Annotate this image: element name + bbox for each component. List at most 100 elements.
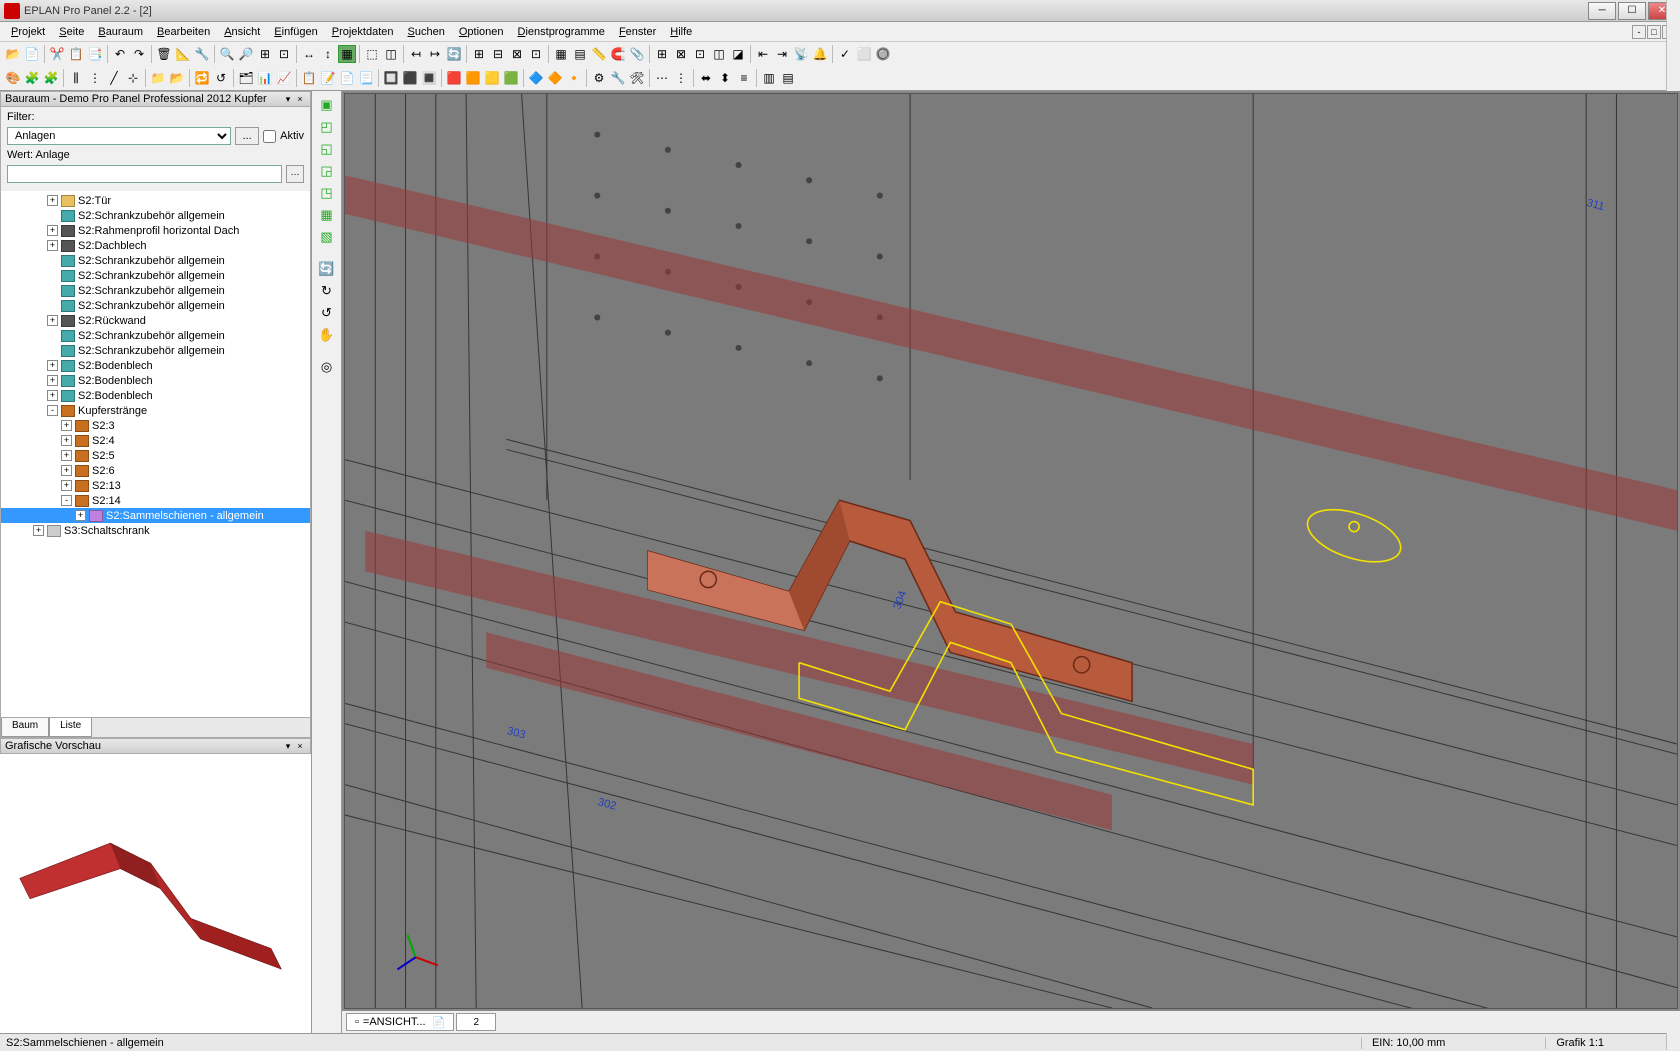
tree-row[interactable]: +S2:4 <box>1 433 310 448</box>
tool-icon[interactable]: 🗂 <box>237 69 255 87</box>
tool-icon[interactable]: ⋯ <box>653 69 671 87</box>
tool-icon[interactable]: 🔁 <box>193 69 211 87</box>
tool-icon[interactable]: ⇤ <box>754 45 772 63</box>
view-icon[interactable]: ◳ <box>317 183 337 203</box>
tree-row[interactable]: -Kupferstränge <box>1 403 310 418</box>
tree-row[interactable]: +S2:Bodenblech <box>1 388 310 403</box>
tree-row[interactable]: +S2:13 <box>1 478 310 493</box>
tool-icon[interactable]: 📃 <box>357 69 375 87</box>
tree-row[interactable]: +S2:Tür <box>1 193 310 208</box>
tool-icon[interactable]: ⬛ <box>401 69 419 87</box>
tool-icon[interactable]: 📐 <box>174 45 192 63</box>
tool-icon[interactable]: ⊟ <box>489 45 507 63</box>
tree-row[interactable]: S2:Schrankzubehör allgemein <box>1 298 310 313</box>
tool-icon[interactable]: 🎨 <box>4 69 22 87</box>
tree-row[interactable]: S2:Schrankzubehör allgemein <box>1 208 310 223</box>
tool-icon[interactable]: 🟩 <box>502 69 520 87</box>
tool-icon[interactable]: ▥ <box>760 69 778 87</box>
tool-icon[interactable]: 🔳 <box>420 69 438 87</box>
tool-icon[interactable]: ◫ <box>382 45 400 63</box>
tool-icon[interactable]: ⬜ <box>855 45 873 63</box>
tree-view[interactable]: +S2:TürS2:Schrankzubehör allgemein+S2:Ra… <box>1 191 310 717</box>
undo-icon[interactable]: ↶ <box>111 45 129 63</box>
tool-icon[interactable]: ⋮ <box>672 69 690 87</box>
view-icon[interactable]: ◲ <box>317 161 337 181</box>
view-icon[interactable]: ▣ <box>317 95 337 115</box>
tree-row[interactable]: -S2:14 <box>1 493 310 508</box>
tool-icon[interactable]: 🛠 <box>628 69 646 87</box>
tool-icon[interactable]: 📈 <box>275 69 293 87</box>
menu-ansicht[interactable]: Ansicht <box>217 24 267 40</box>
maximize-button[interactable]: ☐ <box>1618 2 1646 20</box>
menu-optionen[interactable]: Optionen <box>452 24 511 40</box>
tree-toggle[interactable]: + <box>61 480 72 491</box>
tool-icon[interactable]: 📎 <box>628 45 646 63</box>
tab-liste[interactable]: Liste <box>49 718 92 737</box>
tool-icon[interactable]: 📂 <box>168 69 186 87</box>
tool-icon[interactable]: ⬍ <box>716 69 734 87</box>
tree-toggle[interactable]: + <box>33 525 44 536</box>
target-icon[interactable]: ◎ <box>317 357 337 377</box>
tool-icon[interactable]: 🔲 <box>382 69 400 87</box>
tool-icon[interactable]: 📂 <box>4 45 22 63</box>
tool-icon[interactable]: 📁 <box>149 69 167 87</box>
tree-row[interactable]: +S3:Schaltschrank <box>1 523 310 538</box>
tool-icon[interactable]: 📋 <box>67 45 85 63</box>
tool-icon[interactable]: ⊡ <box>691 45 709 63</box>
tool-icon[interactable]: ↦ <box>426 45 444 63</box>
tree-row[interactable]: S2:Schrankzubehör allgemein <box>1 268 310 283</box>
tool-icon[interactable]: ⊡ <box>527 45 545 63</box>
tool-icon[interactable]: 🔶 <box>546 69 564 87</box>
tree-toggle[interactable]: + <box>61 465 72 476</box>
tree-row[interactable]: S2:Schrankzubehör allgemein <box>1 328 310 343</box>
tool-icon[interactable]: 📡 <box>792 45 810 63</box>
menu-bauraum[interactable]: Bauraum <box>91 24 150 40</box>
tool-icon[interactable]: ⊞ <box>470 45 488 63</box>
pin-icon[interactable]: ▾ <box>282 93 294 105</box>
menu-bearbeiten[interactable]: Bearbeiten <box>150 24 217 40</box>
filter-select[interactable]: Anlagen <box>7 127 231 145</box>
tool-icon[interactable]: 📋 <box>300 69 318 87</box>
tree-toggle[interactable]: + <box>47 375 58 386</box>
menu-suchen[interactable]: Suchen <box>401 24 452 40</box>
doctab-view[interactable]: ▫=ANSICHT...📄 <box>346 1013 454 1031</box>
tree-row[interactable]: +S2:Rückwand <box>1 313 310 328</box>
menu-projekt[interactable]: Projekt <box>4 24 52 40</box>
tool-icon[interactable]: ⊞ <box>256 45 274 63</box>
wert-side-button[interactable]: ⋯ <box>286 165 304 183</box>
tool-icon[interactable]: 🔷 <box>527 69 545 87</box>
tool-icon[interactable]: ↕ <box>319 45 337 63</box>
mdi-restore-button[interactable]: □ <box>1647 25 1661 39</box>
tool-icon[interactable]: ▤ <box>779 69 797 87</box>
view-icon[interactable]: ◱ <box>317 139 337 159</box>
tree-toggle[interactable]: + <box>61 420 72 431</box>
tree-row[interactable]: +S2:3 <box>1 418 310 433</box>
tree-toggle[interactable]: + <box>61 450 72 461</box>
tool-icon[interactable]: 📄 <box>23 45 41 63</box>
tree-toggle[interactable]: + <box>47 315 58 326</box>
minimize-button[interactable]: ─ <box>1588 2 1616 20</box>
view-icon[interactable]: ◰ <box>317 117 337 137</box>
tree-row[interactable]: +S2:Bodenblech <box>1 373 310 388</box>
menu-projektdaten[interactable]: Projektdaten <box>325 24 401 40</box>
view-icon[interactable]: ▦ <box>317 205 337 225</box>
tool-icon[interactable]: ↤ <box>407 45 425 63</box>
aktiv-checkbox[interactable] <box>263 130 276 143</box>
tool-icon[interactable]: 🔔 <box>811 45 829 63</box>
doctab-page[interactable]: 2 <box>456 1013 496 1031</box>
mdi-minimize-button[interactable]: - <box>1632 25 1646 39</box>
tree-toggle[interactable]: + <box>61 435 72 446</box>
rotate-icon[interactable]: ↺ <box>317 303 337 323</box>
tool-icon[interactable]: 🧩 <box>42 69 60 87</box>
tool-icon[interactable]: ✓ <box>836 45 854 63</box>
tool-icon[interactable]: 🗑 <box>155 45 173 63</box>
tool-icon[interactable]: ↔ <box>300 45 318 63</box>
grid-icon[interactable]: ▦ <box>552 45 570 63</box>
tab-baum[interactable]: Baum <box>1 718 49 737</box>
tool-icon[interactable]: ⊠ <box>508 45 526 63</box>
tool-icon[interactable]: ⊹ <box>124 69 142 87</box>
close-icon[interactable]: × <box>294 740 306 752</box>
tool-icon[interactable]: ↺ <box>212 69 230 87</box>
tool-icon[interactable]: ✂️ <box>48 45 66 63</box>
tool-icon[interactable]: ╱ <box>105 69 123 87</box>
